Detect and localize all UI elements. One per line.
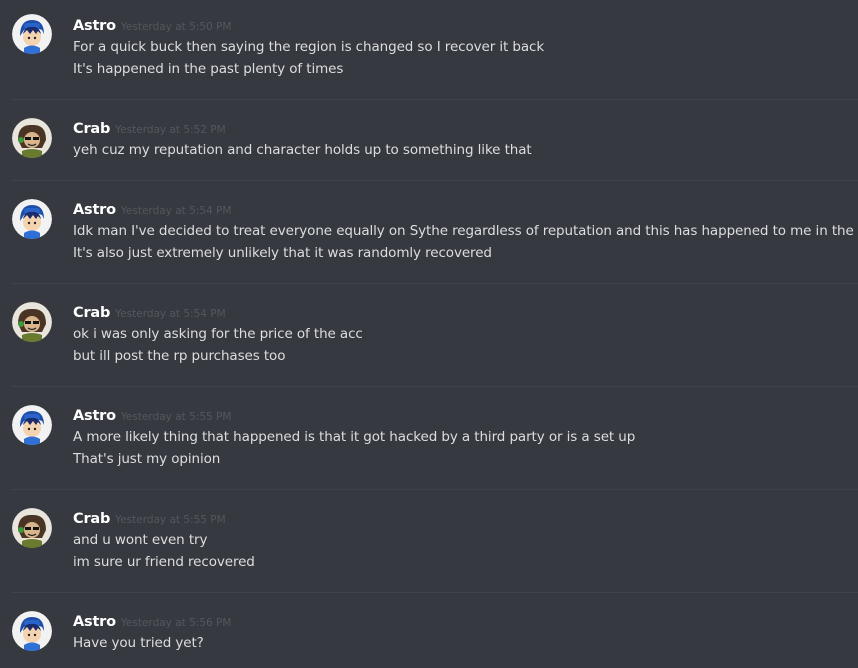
message-group: Crab Yesterday at 5:54 PM ok i was only a…: [0, 284, 858, 387]
message-text: A more likely thing that happened is tha…: [73, 429, 636, 445]
timestamp[interactable]: Yesterday at 5:54 PM: [121, 205, 232, 217]
chat-messages: Astro Yesterday at 5:50 PM For a quick bu…: [0, 0, 858, 668]
message-group: Astro Yesterday at 5:54 PM Idk man I've d…: [0, 181, 858, 284]
username[interactable]: Crab: [73, 121, 110, 137]
message-header: Crab Yesterday at 5:55 PM: [73, 508, 226, 528]
message-text: It's happened in the past plenty of time…: [73, 61, 344, 77]
timestamp[interactable]: Yesterday at 5:50 PM: [121, 21, 232, 33]
message-group: Astro Yesterday at 5:55 PM A more likely …: [0, 387, 858, 490]
message-text: im sure ur friend recovered: [73, 554, 255, 570]
astro-avatar-icon[interactable]: [12, 611, 52, 651]
message-text: yeh cuz my reputation and character hold…: [73, 142, 532, 158]
message-header: Astro Yesterday at 5:56 PM: [73, 611, 231, 631]
timestamp[interactable]: Yesterday at 5:55 PM: [115, 514, 226, 526]
message-group: Astro Yesterday at 5:56 PM Have you tried…: [0, 593, 858, 668]
message-header: Astro Yesterday at 5:55 PM: [73, 405, 231, 425]
timestamp[interactable]: Yesterday at 5:55 PM: [121, 411, 232, 423]
username[interactable]: Crab: [73, 511, 110, 527]
timestamp[interactable]: Yesterday at 5:52 PM: [115, 124, 226, 136]
username[interactable]: Crab: [73, 305, 110, 321]
crab-avatar-icon[interactable]: [12, 118, 52, 158]
message-group: Astro Yesterday at 5:50 PM For a quick bu…: [0, 0, 858, 100]
message-text: and u wont even try: [73, 532, 208, 548]
message-text: For a quick buck then saying the region …: [73, 39, 545, 55]
message-header: Crab Yesterday at 5:52 PM: [73, 118, 226, 138]
crab-avatar-icon[interactable]: [12, 302, 52, 342]
message-text: Idk man I've decided to treat everyone e…: [73, 223, 858, 239]
timestamp[interactable]: Yesterday at 5:56 PM: [121, 617, 232, 629]
timestamp[interactable]: Yesterday at 5:54 PM: [115, 308, 226, 320]
username[interactable]: Astro: [73, 408, 116, 424]
astro-avatar-icon[interactable]: [12, 199, 52, 239]
message-header: Astro Yesterday at 5:54 PM: [73, 199, 231, 219]
username[interactable]: Astro: [73, 18, 116, 34]
message-header: Astro Yesterday at 5:50 PM: [73, 15, 231, 35]
message-text: Have you tried yet?: [73, 635, 204, 651]
astro-avatar-icon[interactable]: [12, 405, 52, 445]
username[interactable]: Astro: [73, 614, 116, 630]
crab-avatar-icon[interactable]: [12, 508, 52, 548]
message-header: Crab Yesterday at 5:54 PM: [73, 302, 226, 322]
message-text: That's just my opinion: [73, 451, 221, 467]
username[interactable]: Astro: [73, 202, 116, 218]
message-group: Crab Yesterday at 5:55 PM and u wont even…: [0, 490, 858, 593]
astro-avatar-icon[interactable]: [12, 14, 52, 54]
message-text: ok i was only asking for the price of th…: [73, 326, 363, 342]
message-group: Crab Yesterday at 5:52 PM yeh cuz my repu…: [0, 100, 858, 181]
message-text: but ill post the rp purchases too: [73, 348, 286, 364]
message-text: It's also just extremely unlikely that i…: [73, 245, 492, 261]
